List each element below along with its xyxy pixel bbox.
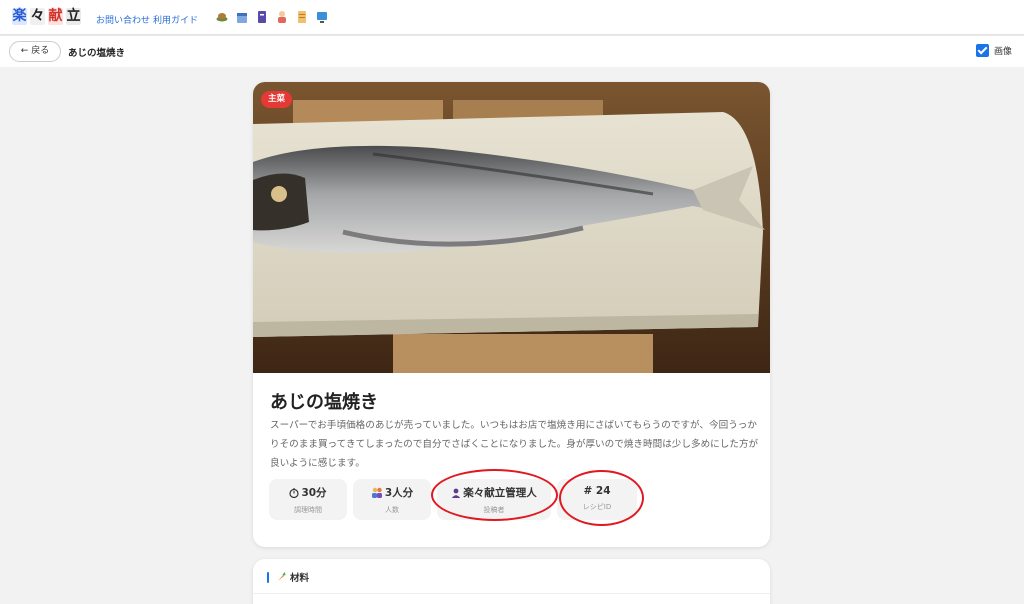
materials-heading-text: 材料 [290, 573, 310, 584]
stat-value: # 24 [583, 485, 611, 497]
recipe-title: あじの塩焼き [270, 392, 378, 413]
monitor-icon[interactable] [316, 9, 328, 23]
scroll-icon[interactable] [296, 9, 308, 23]
stat-value: 楽々献立管理人 [463, 487, 537, 499]
site-logo[interactable]: 楽 々 献 立 [12, 8, 81, 25]
stat-servings: 3人分 人数 [353, 479, 431, 520]
image-toggle-label: 画像 [994, 47, 1013, 57]
contact-link[interactable]: お問い合わせ [96, 13, 150, 26]
stat-cook-time: 30分 調理時間 [269, 479, 347, 520]
recipe-photo [253, 82, 770, 373]
dish-icon[interactable] [216, 9, 228, 23]
recipe-description: スーパーでお手頃価格のあじが売っていました。いつもはお店で塩焼き用にさばいてもら… [270, 420, 759, 469]
recipe-card: 主菜 あじの塩焼き スーパーでお手頃価格のあじが売っていました。いつもはお店で塩… [253, 82, 770, 547]
back-button[interactable]: ← 戻る [9, 41, 61, 62]
logo-char: 献 [48, 8, 63, 25]
logo-char: 楽 [12, 8, 27, 25]
divider [253, 593, 770, 594]
calendar-icon[interactable] [236, 9, 248, 23]
cook-icon[interactable] [276, 9, 288, 23]
logo-char: 々 [30, 8, 45, 25]
people-icon [371, 487, 382, 498]
timer-icon [289, 487, 300, 498]
category-badge: 主菜 [261, 91, 293, 108]
guide-link[interactable]: 利用ガイド [153, 13, 198, 26]
section-accent-bar [267, 572, 269, 583]
sub-header: ← 戻る あじの塩焼き 画像 [0, 36, 1024, 67]
top-header: 楽 々 献 立 お問い合わせ 利用ガイド [0, 0, 1024, 35]
stat-label: 人数 [385, 506, 399, 514]
stat-author: 楽々献立管理人 投稿者 [437, 479, 551, 520]
stat-label: レシピID [582, 503, 612, 511]
carrot-icon [278, 572, 286, 581]
stat-recipe-id: # 24 レシピID [557, 479, 637, 520]
page-title: あじの塩焼き [68, 48, 126, 59]
image-checkbox[interactable] [976, 44, 989, 57]
stat-label: 調理時間 [294, 506, 322, 514]
header-icon-nav [216, 9, 328, 23]
materials-card: 材料 [253, 559, 770, 604]
recipe-stats: 30分 調理時間 3人分 人数 楽々献立管理人 投稿者 # 24 レシピID [269, 479, 637, 520]
image-toggle[interactable]: 画像 [976, 44, 1012, 57]
stat-label: 投稿者 [483, 506, 505, 514]
stat-value: 3人分 [384, 487, 414, 499]
stat-value: 30分 [301, 487, 327, 499]
book-icon[interactable] [256, 9, 268, 23]
person-icon [452, 488, 461, 498]
materials-heading: 材料 [276, 570, 309, 584]
logo-char: 立 [66, 8, 81, 25]
